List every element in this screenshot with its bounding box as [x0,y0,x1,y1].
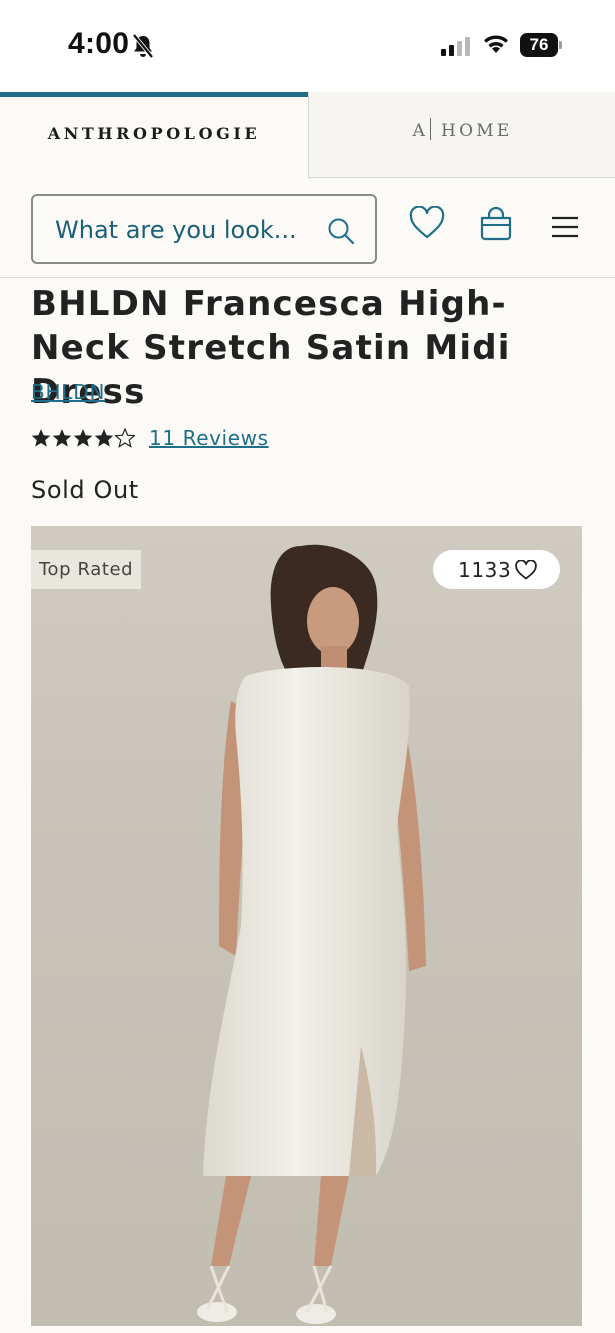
hamburger-menu-icon[interactable] [550,215,580,239]
availability-status: Sold Out [31,476,139,504]
home-logo-letter: A [412,121,429,141]
shopping-bag-icon[interactable] [478,206,514,242]
star-icon [31,429,114,447]
tab-anthropologie-label: ANTHROPOLOGIE [47,124,261,143]
rating-stars[interactable] [31,427,135,451]
product-photo-model [197,544,426,1324]
product-image[interactable]: Top Rated 1133 [31,526,582,1326]
search-icon[interactable] [326,216,356,246]
bell-muted-icon [132,33,154,59]
reviews-link[interactable]: 11 Reviews [149,426,269,450]
half-star-icon [114,427,135,448]
brand-tabs: ANTHROPOLOGIE A HOME [0,92,615,178]
tab-anthropologie[interactable]: ANTHROPOLOGIE [0,92,308,178]
status-time: 4:00 [68,27,130,60]
home-separator [430,118,432,140]
heart-icon [515,560,537,580]
wifi-icon [484,35,508,53]
wishlist-heart-icon[interactable] [409,206,445,240]
battery-icon: 76 [520,33,562,57]
cellular-signal-icon [441,37,470,56]
top-rated-badge: Top Rated [31,550,142,589]
status-bar: 4:00 76 [0,0,615,92]
tab-home-label: A HOME [309,118,615,141]
favorite-count: 1133 [458,558,512,582]
tab-anthropologie-home[interactable]: A HOME [308,92,615,178]
site-header [0,178,615,278]
product-title: BHLDN Francesca High-Neck Stretch Satin … [31,284,511,412]
home-label-text: HOME [441,121,513,141]
brand-link[interactable]: BHLDN [31,380,105,404]
search-box[interactable] [31,194,377,264]
favorite-count-button[interactable]: 1133 [433,550,560,589]
battery-level: 76 [529,35,549,54]
search-input[interactable] [55,215,315,245]
